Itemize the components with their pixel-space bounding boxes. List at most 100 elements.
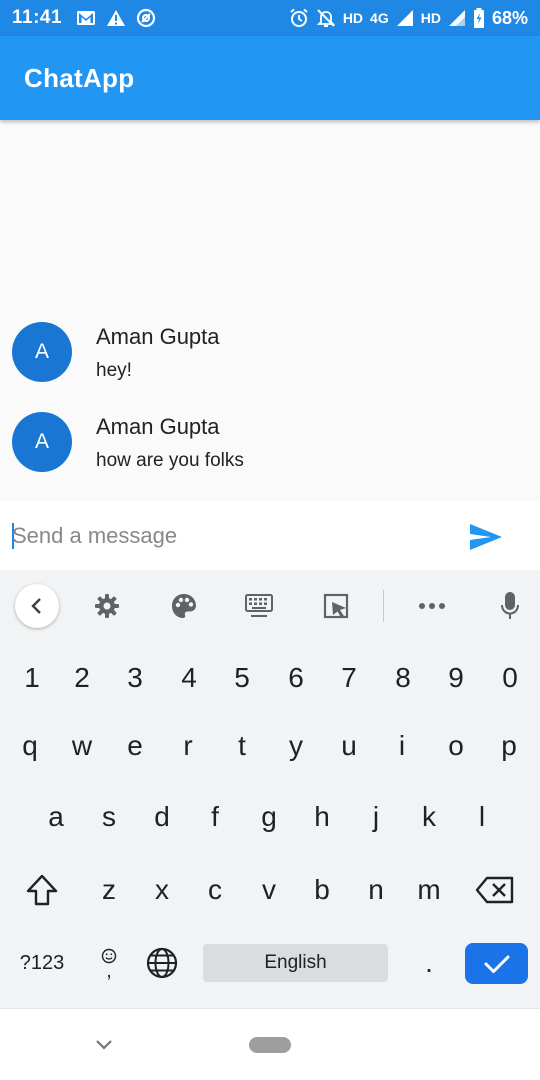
message-sender: Aman Gupta bbox=[96, 414, 220, 439]
shift-icon bbox=[26, 874, 58, 906]
key-e[interactable]: e bbox=[110, 718, 160, 774]
nav-home-pill[interactable] bbox=[249, 1037, 291, 1053]
network-4g-label: 4G bbox=[370, 10, 389, 26]
key-b[interactable]: b bbox=[297, 862, 347, 918]
toolbar-back-button[interactable] bbox=[15, 584, 59, 628]
key-f[interactable]: f bbox=[190, 789, 240, 845]
key-c[interactable]: c bbox=[190, 862, 240, 918]
key-o[interactable]: o bbox=[431, 718, 481, 774]
period-key[interactable]: . bbox=[404, 935, 454, 991]
key-k[interactable]: k bbox=[404, 789, 454, 845]
key-t[interactable]: t bbox=[217, 718, 267, 774]
status-bar: 11:41 HD 4G HD 68% bbox=[0, 0, 540, 36]
check-icon bbox=[484, 955, 509, 973]
message-text: hey! bbox=[96, 360, 132, 381]
key-d[interactable]: d bbox=[137, 789, 187, 845]
key-1[interactable]: 1 bbox=[7, 650, 57, 706]
gear-icon bbox=[95, 594, 119, 618]
chevron-left-icon bbox=[31, 598, 41, 614]
keyboard-icon bbox=[245, 594, 273, 617]
key-5[interactable]: 5 bbox=[217, 650, 267, 706]
network-hd-label: HD bbox=[342, 10, 364, 26]
app-bar: ChatApp bbox=[0, 36, 540, 120]
more-icon bbox=[419, 603, 445, 609]
nav-hide-keyboard-button[interactable] bbox=[92, 1033, 116, 1057]
globe-icon bbox=[146, 947, 178, 979]
key-0[interactable]: 0 bbox=[485, 650, 535, 706]
language-key[interactable] bbox=[137, 935, 187, 991]
shift-key[interactable] bbox=[17, 862, 67, 918]
warning-icon bbox=[107, 10, 126, 26]
message-composer bbox=[0, 501, 540, 570]
key-4[interactable]: 4 bbox=[164, 650, 214, 706]
message-sender: Aman Gupta bbox=[96, 324, 220, 349]
key-j[interactable]: j bbox=[351, 789, 401, 845]
key-2[interactable]: 2 bbox=[57, 650, 107, 706]
key-7[interactable]: 7 bbox=[324, 650, 374, 706]
key-a[interactable]: a bbox=[31, 789, 81, 845]
cursor-select-icon bbox=[323, 593, 349, 619]
key-v[interactable]: v bbox=[244, 862, 294, 918]
voice-input-button[interactable] bbox=[488, 584, 532, 628]
key-u[interactable]: u bbox=[324, 718, 374, 774]
notifications-off-icon bbox=[316, 9, 335, 27]
key-i[interactable]: i bbox=[377, 718, 427, 774]
app-title: ChatApp bbox=[24, 62, 135, 93]
avatar: A bbox=[12, 322, 72, 382]
settings-button[interactable] bbox=[85, 584, 129, 628]
avatar: A bbox=[12, 412, 72, 472]
chevron-down-icon bbox=[96, 1040, 112, 1050]
message-item: A Aman Gupta hey! bbox=[12, 322, 532, 386]
message-list[interactable]: A Aman Gupta hey! A Aman Gupta how are y… bbox=[0, 120, 540, 501]
key-q[interactable]: q bbox=[5, 718, 55, 774]
key-z[interactable]: z bbox=[84, 862, 134, 918]
key-l[interactable]: l bbox=[457, 789, 507, 845]
key-n[interactable]: n bbox=[351, 862, 401, 918]
key-8[interactable]: 8 bbox=[378, 650, 428, 706]
mic-icon bbox=[501, 592, 519, 619]
toolbar-divider bbox=[383, 590, 384, 622]
signal-icon bbox=[396, 10, 413, 26]
emoji-comma-key[interactable]: , bbox=[84, 935, 134, 991]
key-g[interactable]: g bbox=[244, 789, 294, 845]
key-x[interactable]: x bbox=[137, 862, 187, 918]
text-cursor bbox=[12, 523, 14, 549]
status-time: 11:41 bbox=[12, 7, 63, 28]
signal-icon-2 bbox=[448, 10, 465, 26]
battery-charging-icon bbox=[473, 8, 484, 28]
keyboard: 1 2 3 4 5 6 7 8 9 0 q w e r t y u i o p … bbox=[0, 570, 540, 1008]
message-text: how are you folks bbox=[96, 450, 244, 471]
palette-icon bbox=[172, 594, 196, 618]
key-9[interactable]: 9 bbox=[431, 650, 481, 706]
backspace-key[interactable] bbox=[470, 862, 520, 918]
navigation-bar bbox=[0, 1008, 540, 1080]
at-sign-icon bbox=[136, 8, 156, 28]
key-6[interactable]: 6 bbox=[271, 650, 321, 706]
key-m[interactable]: m bbox=[404, 862, 454, 918]
comma-label: , bbox=[106, 960, 112, 982]
send-icon bbox=[470, 524, 502, 550]
battery-percent: 68% bbox=[491, 7, 528, 28]
keyboard-toolbar bbox=[0, 570, 540, 640]
symbols-key[interactable]: ?123 bbox=[17, 935, 67, 991]
text-select-button[interactable] bbox=[314, 584, 358, 628]
alarm-icon bbox=[290, 8, 308, 27]
key-y[interactable]: y bbox=[271, 718, 321, 774]
network-hd-label-2: HD bbox=[420, 10, 441, 26]
backspace-icon bbox=[475, 876, 514, 904]
key-s[interactable]: s bbox=[84, 789, 134, 845]
key-p[interactable]: p bbox=[484, 718, 534, 774]
key-r[interactable]: r bbox=[163, 718, 213, 774]
key-h[interactable]: h bbox=[297, 789, 347, 845]
space-key[interactable]: English bbox=[203, 944, 388, 982]
gmail-icon bbox=[77, 11, 96, 25]
key-3[interactable]: 3 bbox=[110, 650, 160, 706]
send-button[interactable] bbox=[466, 519, 506, 555]
message-item: A Aman Gupta how are you folks bbox=[12, 412, 532, 476]
message-input[interactable] bbox=[12, 519, 442, 553]
key-w[interactable]: w bbox=[57, 718, 107, 774]
enter-key[interactable] bbox=[465, 943, 528, 984]
one-handed-keyboard-button[interactable] bbox=[237, 584, 281, 628]
more-button[interactable] bbox=[410, 584, 454, 628]
theme-button[interactable] bbox=[162, 584, 206, 628]
